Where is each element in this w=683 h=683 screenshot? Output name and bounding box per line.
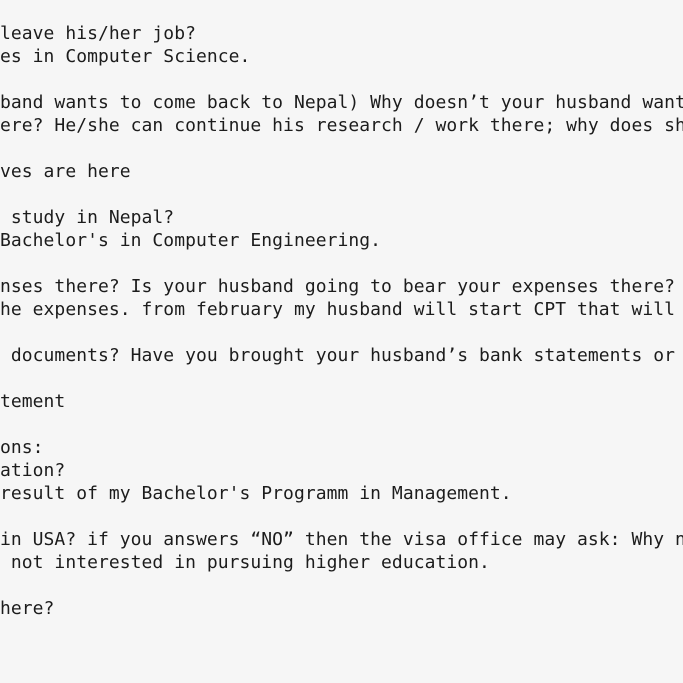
text-line: documents? Have you brought your husband…	[0, 345, 675, 366]
text-line: ons:	[0, 437, 44, 458]
document-text-view: leave his/her job? es in Computer Scienc…	[0, 0, 683, 683]
text-line: leave his/her job?	[0, 23, 196, 44]
text-line: in USA? if you answers “NO” then the vis…	[0, 529, 683, 550]
text-line: not interested in pursuing higher educat…	[0, 552, 490, 573]
text-line: ere? He/she can continue his research / …	[0, 115, 683, 136]
text-line: here?	[0, 598, 55, 619]
text-line: band wants to come back to Nepal) Why do…	[0, 92, 683, 113]
text-line: nses there? Is your husband going to bea…	[0, 276, 675, 297]
text-line: tement	[0, 391, 66, 412]
text-line: es in Computer Science.	[0, 46, 251, 67]
text-line: study in Nepal?	[0, 207, 175, 228]
text-line: ation?	[0, 460, 66, 481]
text-line: result of my Bachelor's Programm in Mana…	[0, 483, 512, 504]
text-line: Bachelor's in Computer Engineering.	[0, 230, 382, 251]
text-line: he expenses. from february my husband wi…	[0, 299, 675, 320]
text-line: ves are here	[0, 161, 131, 182]
